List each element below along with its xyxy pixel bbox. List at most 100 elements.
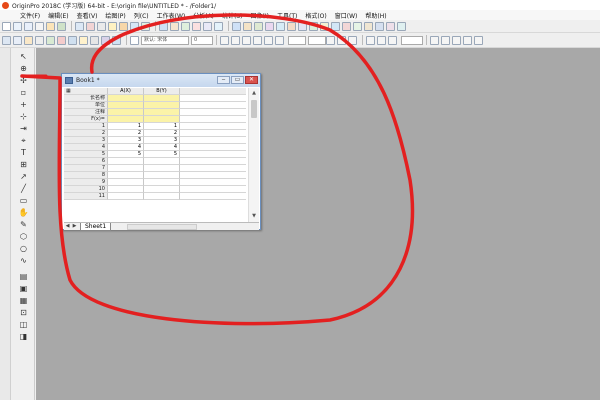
new-project-icon[interactable] [2, 21, 11, 31]
greek-icon[interactable] [275, 35, 284, 45]
cell-b[interactable]: 4 [144, 144, 180, 151]
batch-icon[interactable] [90, 35, 99, 45]
rescale-icon[interactable] [170, 21, 179, 31]
sort-icon[interactable] [309, 21, 318, 31]
horizontal-scrollbar[interactable] [127, 223, 198, 230]
menu-image[interactable]: 图像(I) [247, 11, 273, 20]
sheet-next-icon[interactable]: ▶ [71, 223, 78, 230]
circle-tool-icon[interactable]: ○ [18, 244, 29, 253]
menu-tools[interactable]: 工具(T) [273, 11, 301, 20]
hand-tool-icon[interactable]: ✋ [18, 208, 29, 217]
menu-help[interactable]: 帮助(H) [361, 11, 390, 20]
cell-b[interactable]: 1 [144, 123, 180, 130]
draw-data-icon[interactable]: ✎ [18, 220, 29, 229]
cell-b[interactable] [144, 179, 180, 186]
meta-cell[interactable] [108, 102, 144, 109]
italic-icon[interactable] [231, 35, 240, 45]
row-number[interactable]: 7 [64, 165, 108, 172]
cell-a[interactable]: 2 [108, 130, 144, 137]
note-icon[interactable] [119, 21, 128, 31]
row-number[interactable]: 10 [64, 186, 108, 193]
font-color-icon[interactable] [326, 35, 335, 45]
project-explorer-strip[interactable] [0, 48, 11, 400]
new-graph-icon[interactable] [24, 21, 33, 31]
vertical-scrollbar[interactable]: ▲ ▼ [248, 88, 259, 222]
fit-page-icon[interactable] [181, 21, 190, 31]
row-number[interactable]: 3 [64, 137, 108, 144]
meta-cell[interactable] [144, 109, 180, 116]
data-reader-icon[interactable]: ⊹ [18, 112, 29, 121]
text-tool-icon[interactable]: T [18, 148, 29, 157]
cell-a[interactable]: 5 [108, 151, 144, 158]
matrix-icon[interactable] [24, 35, 33, 45]
column-header-b[interactable]: B(Y) [144, 88, 180, 95]
fill-color-icon[interactable] [337, 35, 346, 45]
refresh-icon[interactable] [130, 21, 139, 31]
cell-a[interactable] [108, 193, 144, 200]
mask-icon[interactable] [331, 21, 340, 31]
superscript-icon[interactable] [253, 35, 262, 45]
import-icon[interactable] [75, 21, 84, 31]
cell-a[interactable]: 4 [108, 144, 144, 151]
draw-data-icon[interactable] [342, 21, 351, 31]
scroll-up-icon[interactable]: ▲ [250, 89, 258, 97]
arrow-tool-icon[interactable]: ↗ [18, 172, 29, 181]
apps-icon[interactable] [254, 21, 263, 31]
annotation-tool-icon[interactable] [364, 21, 373, 31]
meta-cell[interactable] [108, 109, 144, 116]
row-number[interactable]: 4 [64, 144, 108, 151]
sheet-tab[interactable]: Sheet1 [80, 222, 112, 231]
underline-icon[interactable] [242, 35, 251, 45]
cell-b[interactable]: 5 [144, 151, 180, 158]
command-window-icon[interactable] [214, 21, 223, 31]
excel-icon[interactable] [35, 35, 44, 45]
gradient-combo[interactable] [401, 35, 423, 45]
zoom-tool-icon[interactable]: ⊕ [18, 64, 29, 73]
table-tool-icon[interactable]: ▦ [18, 296, 29, 305]
menu-view[interactable]: 查看(V) [73, 11, 102, 20]
line-color-icon[interactable] [348, 35, 357, 45]
region-of-interest-icon[interactable]: ⌖ [18, 136, 29, 145]
meta-cell[interactable] [144, 116, 180, 123]
data-selector-icon[interactable]: ⇥ [18, 124, 29, 133]
folder-icon[interactable] [108, 21, 117, 31]
minimize-icon[interactable]: ‒ [217, 76, 230, 84]
code-builder-icon[interactable] [192, 21, 201, 31]
data-reader-icon[interactable] [353, 21, 362, 31]
group-icon[interactable] [474, 35, 483, 45]
statistics-icon[interactable] [320, 21, 329, 31]
palette-tool-icon[interactable]: ◨ [18, 332, 29, 341]
graph-tools-icon[interactable] [386, 21, 395, 31]
rectangle-select-icon[interactable]: ▫ [18, 88, 29, 97]
subscript-icon[interactable] [264, 35, 273, 45]
menu-file[interactable]: 文件(F) [16, 11, 44, 20]
font-combo[interactable]: 默认: 宋体 [141, 35, 189, 45]
front-icon[interactable] [452, 35, 461, 45]
zoom-icon[interactable] [159, 21, 168, 31]
copy-icon[interactable] [97, 21, 106, 31]
meta-cell[interactable] [144, 102, 180, 109]
line-style-icon[interactable] [366, 35, 375, 45]
scale-tool-icon[interactable]: ✢ [18, 76, 29, 85]
cell-b[interactable]: 2 [144, 130, 180, 137]
row-number[interactable]: 11 [64, 193, 108, 200]
new-matrix-icon[interactable] [35, 21, 44, 31]
line-width-combo[interactable] [288, 35, 306, 45]
image-tool-icon[interactable]: ▣ [18, 284, 29, 293]
cell-a[interactable] [108, 172, 144, 179]
distribute-icon[interactable] [441, 35, 450, 45]
cell-b[interactable] [144, 172, 180, 179]
line-tool-icon[interactable]: ╱ [18, 184, 29, 193]
row-number[interactable]: 9 [64, 179, 108, 186]
learning-center-icon[interactable] [287, 21, 296, 31]
print-icon[interactable] [86, 21, 95, 31]
save-icon[interactable] [57, 21, 66, 31]
layer-tool-icon[interactable]: ▤ [18, 272, 29, 281]
book-titlebar[interactable]: Book1 * ‒ ▭ ✕ [62, 74, 260, 87]
add-column-icon[interactable] [298, 21, 307, 31]
close-icon[interactable]: ✕ [245, 76, 258, 84]
align-icon[interactable] [430, 35, 439, 45]
row-number[interactable]: 8 [64, 172, 108, 179]
cell-a[interactable]: 3 [108, 137, 144, 144]
results-log-icon[interactable] [203, 21, 212, 31]
